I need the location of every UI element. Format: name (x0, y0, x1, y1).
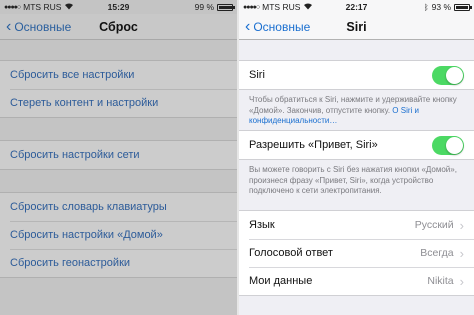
hey-siri-toggle[interactable] (432, 135, 464, 155)
reset-group-other: Сбросить словарь клавиатуры Сбросить нас… (0, 192, 237, 278)
back-button[interactable]: ‹ Основные (239, 17, 311, 35)
back-button[interactable]: ‹ Основные (0, 17, 72, 35)
siri-toggle[interactable] (432, 65, 464, 85)
signal-icon: ●●●●○ (4, 3, 21, 11)
siri-label: Siri (249, 69, 265, 81)
siri-row: Siri (239, 61, 474, 89)
wifi-icon (64, 2, 74, 12)
status-bar: ●●●●○ MTS RUS 22:17 ᛒ 93 % (239, 0, 474, 14)
carrier-label: MTS RUS (262, 2, 301, 12)
language-value: Русский (414, 219, 454, 231)
erase-content-row[interactable]: Стереть контент и настройки (0, 89, 237, 117)
reset-group-network: Сбросить настройки сети (0, 140, 237, 170)
status-bar: ●●●●○ MTS RUS 15:29 99 % (0, 0, 237, 14)
navigation-bar: ‹ Основные Сброс (0, 14, 237, 40)
chevron-right-icon: › (459, 273, 464, 289)
reset-screen: ●●●●○ MTS RUS 15:29 99 % ‹ Основные Сбро… (0, 0, 237, 315)
chevron-left-icon: ‹ (245, 17, 251, 35)
voice-feedback-label: Голосовой ответ (249, 247, 333, 259)
battery-percent: 93 % (431, 2, 451, 12)
hey-siri-label: Разрешить «Привет, Siri» (249, 139, 378, 151)
reset-location-row[interactable]: Сбросить геонастройки (0, 249, 237, 277)
hey-siri-group: Разрешить «Привет, Siri» (239, 130, 474, 160)
carrier-label: MTS RUS (23, 2, 62, 12)
bluetooth-icon: ᛒ (423, 2, 429, 12)
language-row[interactable]: Язык Русский › (239, 211, 474, 239)
battery-icon (454, 3, 472, 11)
language-label: Язык (249, 219, 275, 231)
chevron-right-icon: › (459, 217, 464, 233)
hey-siri-footer: Вы можете говорить с Siri без нажатия кн… (239, 160, 474, 210)
status-time: 22:17 (345, 2, 368, 12)
siri-toggle-group: Siri (239, 60, 474, 90)
reset-group-general: Сбросить все настройки Стереть контент и… (0, 60, 237, 118)
reset-network-row[interactable]: Сбросить настройки сети (0, 141, 237, 169)
hey-siri-row: Разрешить «Привет, Siri» (239, 131, 474, 159)
chevron-left-icon: ‹ (6, 17, 12, 35)
my-info-value: Nikita (427, 275, 454, 287)
toggle-knob (446, 136, 463, 154)
back-label: Основные (253, 19, 311, 34)
status-time: 15:29 (107, 2, 130, 12)
battery-icon (217, 3, 235, 11)
battery-percent: 99 % (194, 2, 214, 12)
my-info-label: Мои данные (249, 275, 313, 287)
wifi-icon (303, 2, 313, 12)
reset-all-settings-row[interactable]: Сбросить все настройки (0, 61, 237, 89)
reset-home-layout-row[interactable]: Сбросить настройки «Домой» (0, 221, 237, 249)
chevron-right-icon: › (459, 245, 464, 261)
back-label: Основные (14, 19, 72, 34)
hey-siri-footer-text: Вы можете говорить с Siri без нажатия кн… (249, 165, 457, 195)
reset-keyboard-dictionary-row[interactable]: Сбросить словарь клавиатуры (0, 193, 237, 221)
voice-feedback-value: Всегда (420, 247, 454, 259)
toggle-knob (446, 66, 463, 84)
signal-icon: ●●●●○ (243, 3, 260, 11)
navigation-bar: ‹ Основные Siri (239, 14, 474, 40)
siri-screen: ●●●●○ MTS RUS 22:17 ᛒ 93 % ‹ Основные Si… (239, 0, 474, 315)
siri-settings-group: Язык Русский › Голосовой ответ Всегда › … (239, 210, 474, 296)
voice-feedback-row[interactable]: Голосовой ответ Всегда › (239, 239, 474, 267)
my-info-row[interactable]: Мои данные Nikita › (239, 267, 474, 295)
siri-footer: Чтобы обратиться к Siri, нажмите и удерж… (239, 90, 474, 130)
siri-footer-text: Чтобы обратиться к Siri, нажмите и удерж… (249, 95, 457, 115)
